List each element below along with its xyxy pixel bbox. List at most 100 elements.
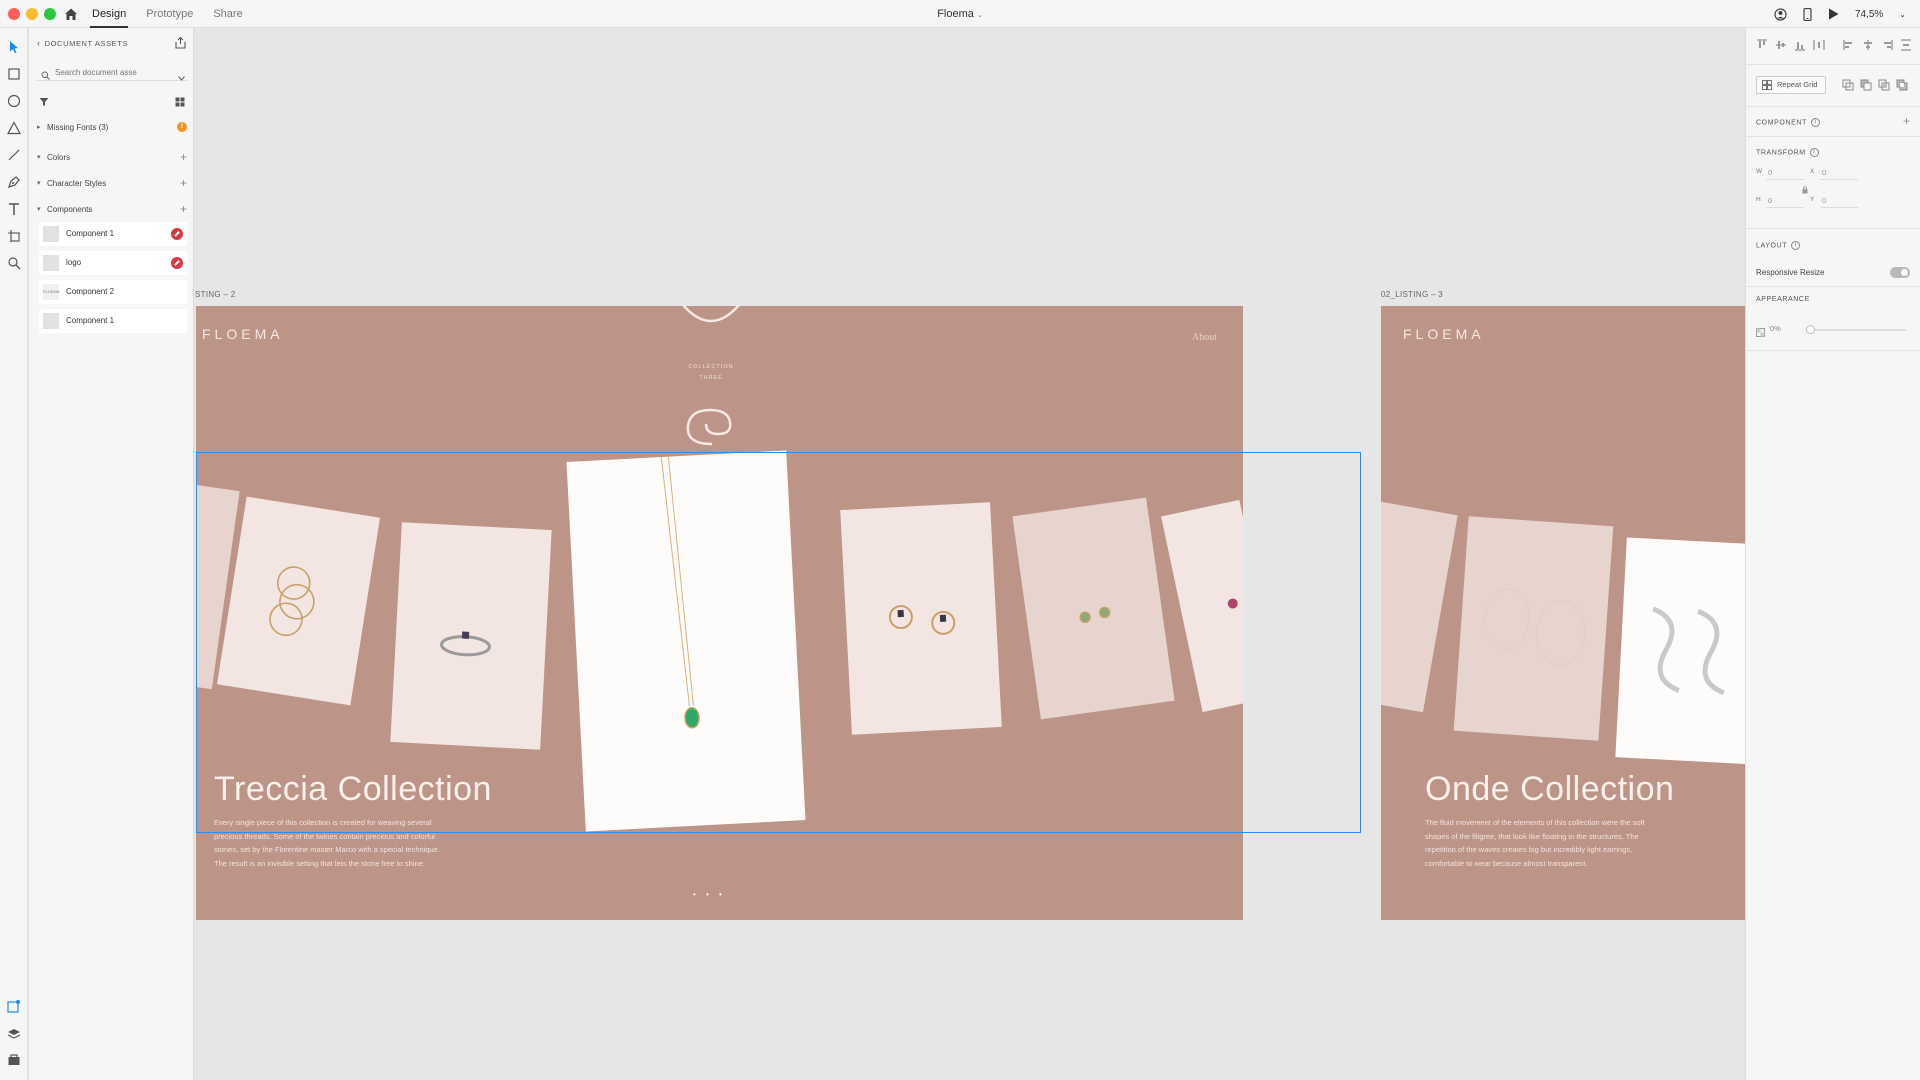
info-icon[interactable]: i: [1791, 241, 1801, 250]
export-share-icon[interactable]: [174, 36, 187, 49]
boolean-add-icon[interactable]: [1842, 78, 1854, 96]
pagination-dots[interactable]: • • •: [693, 890, 726, 899]
zoom-level[interactable]: 74,5%: [1855, 9, 1883, 20]
distribute-horizontal-icon[interactable]: [1900, 38, 1912, 51]
opacity-slider-knob[interactable]: [1806, 325, 1815, 334]
assets-library-icon[interactable]: [7, 1053, 21, 1067]
align-top-icon[interactable]: [1756, 38, 1768, 50]
boolean-intersect-icon[interactable]: [1878, 78, 1890, 96]
align-middle-icon[interactable]: [1775, 38, 1787, 50]
component-thumbnail: [43, 255, 59, 271]
document-title[interactable]: Floema ⌄: [937, 8, 983, 20]
component-name: Component 1: [66, 229, 115, 238]
play-preview-icon[interactable]: [1828, 8, 1839, 20]
close-window-button[interactable]: [8, 8, 20, 20]
plugins-icon[interactable]: [7, 999, 21, 1013]
assets-header[interactable]: ‹ DOCUMENT ASSETS: [37, 38, 128, 48]
grid-view-icon[interactable]: [175, 94, 185, 112]
artboard-tool-icon[interactable]: [6, 228, 22, 244]
tool-rail: [0, 28, 28, 1080]
mobile-preview-icon[interactable]: [1803, 7, 1812, 21]
artboard-label[interactable]: 02_LISTING – 3: [1381, 290, 1443, 299]
product-card[interactable]: [1453, 516, 1614, 741]
line-tool-icon[interactable]: [6, 147, 22, 163]
product-card[interactable]: [1161, 499, 1243, 713]
add-character-style-icon[interactable]: +: [180, 176, 187, 190]
align-right-icon[interactable]: [1881, 38, 1893, 50]
warning-icon: !: [177, 122, 187, 132]
align-bottom-icon[interactable]: [1794, 38, 1806, 51]
zoom-chevron-down-icon[interactable]: ⌄: [1899, 10, 1906, 19]
layers-icon[interactable]: [7, 1027, 21, 1041]
divider: [1746, 228, 1920, 229]
width-field[interactable]: W 0: [1756, 166, 1804, 180]
align-center-icon[interactable]: [1862, 38, 1874, 50]
featured-product-card[interactable]: [566, 450, 806, 832]
product-card[interactable]: [1012, 497, 1175, 720]
ellipse-tool-icon[interactable]: [6, 93, 22, 109]
y-field[interactable]: Y 0: [1810, 194, 1858, 208]
section-components[interactable]: ▾ Components +: [37, 202, 189, 216]
text-tool-icon[interactable]: [6, 201, 22, 217]
broken-link-icon: [171, 228, 183, 240]
responsive-resize-toggle[interactable]: [1890, 267, 1910, 278]
info-icon[interactable]: i: [1809, 148, 1819, 157]
add-color-icon[interactable]: +: [180, 150, 187, 164]
distribute-vertical-icon[interactable]: [1813, 38, 1825, 50]
repeat-grid-icon: [1762, 80, 1772, 96]
section-colors[interactable]: ▾ Colors +: [37, 150, 189, 164]
polygon-tool-icon[interactable]: [6, 120, 22, 136]
add-component-state-icon[interactable]: +: [1903, 114, 1910, 128]
product-card[interactable]: [390, 522, 552, 750]
component-section-label: COMPONENT: [1756, 119, 1807, 127]
tab-design[interactable]: Design: [90, 0, 129, 28]
search-filter-chevron-down-icon[interactable]: [178, 68, 185, 86]
x-key: X: [1810, 168, 1815, 175]
about-link[interactable]: About: [1192, 332, 1217, 343]
component-item[interactable]: FLOEMA Component 2: [39, 280, 187, 304]
section-character-styles[interactable]: ▾ Character Styles +: [37, 176, 189, 190]
chevron-left-icon[interactable]: ‹: [37, 38, 41, 48]
info-icon[interactable]: i: [1810, 118, 1820, 127]
broken-link-icon: [171, 257, 183, 269]
minimize-window-button[interactable]: [26, 8, 38, 20]
opacity-slider[interactable]: [1806, 325, 1906, 334]
product-card[interactable]: [216, 496, 381, 706]
description-line: precious threads. Some of the twines con…: [214, 831, 435, 841]
boolean-exclude-icon[interactable]: [1896, 78, 1908, 96]
filter-icon[interactable]: [39, 94, 49, 112]
product-card[interactable]: [840, 502, 1002, 735]
search-input[interactable]: [55, 65, 167, 79]
repeat-grid-button[interactable]: Repeat Grid: [1756, 76, 1826, 94]
rectangle-tool-icon[interactable]: [6, 66, 22, 82]
select-tool-icon[interactable]: [6, 39, 22, 55]
component-name: Component 2: [66, 287, 115, 296]
colors-label: Colors: [47, 152, 71, 162]
maximize-window-button[interactable]: [44, 8, 56, 20]
component-item[interactable]: Component 1: [39, 222, 187, 246]
tab-share[interactable]: Share: [211, 0, 244, 28]
artboard-label[interactable]: STING – 2: [195, 290, 236, 299]
section-missing-fonts[interactable]: ▸ Missing Fonts (3) !: [37, 120, 189, 134]
user-account-icon[interactable]: [1774, 7, 1787, 21]
component-item[interactable]: logo: [39, 251, 187, 275]
height-field[interactable]: H 0: [1756, 194, 1804, 208]
zoom-tool-icon[interactable]: [6, 255, 22, 271]
description-line: The result is an invisible setting that …: [214, 858, 425, 868]
tab-prototype[interactable]: Prototype: [144, 0, 195, 28]
design-canvas[interactable]: STING – 2 FLOEMA About COLLECTION THREE: [195, 28, 1745, 1080]
boolean-subtract-icon[interactable]: [1860, 78, 1872, 96]
opacity-value[interactable]: 0%: [1770, 324, 1781, 333]
component-item[interactable]: Component 1: [39, 309, 187, 333]
product-card[interactable]: [1615, 537, 1745, 765]
artboard-listing-2[interactable]: FLOEMA About COLLECTION THREE Treccia Co…: [196, 306, 1243, 920]
artboard-listing-3[interactable]: FLOEMA Onde Collection The fluid movemen…: [1381, 306, 1745, 920]
add-component-icon[interactable]: +: [180, 202, 187, 216]
product-card[interactable]: [1381, 499, 1458, 713]
home-icon[interactable]: [62, 5, 80, 23]
pen-tool-icon[interactable]: [6, 174, 22, 190]
repeat-grid-label: Repeat Grid: [1777, 80, 1818, 89]
alignment-toolbar: [1756, 38, 1916, 54]
x-field[interactable]: X 0: [1810, 166, 1858, 180]
align-left-icon[interactable]: [1843, 38, 1855, 50]
